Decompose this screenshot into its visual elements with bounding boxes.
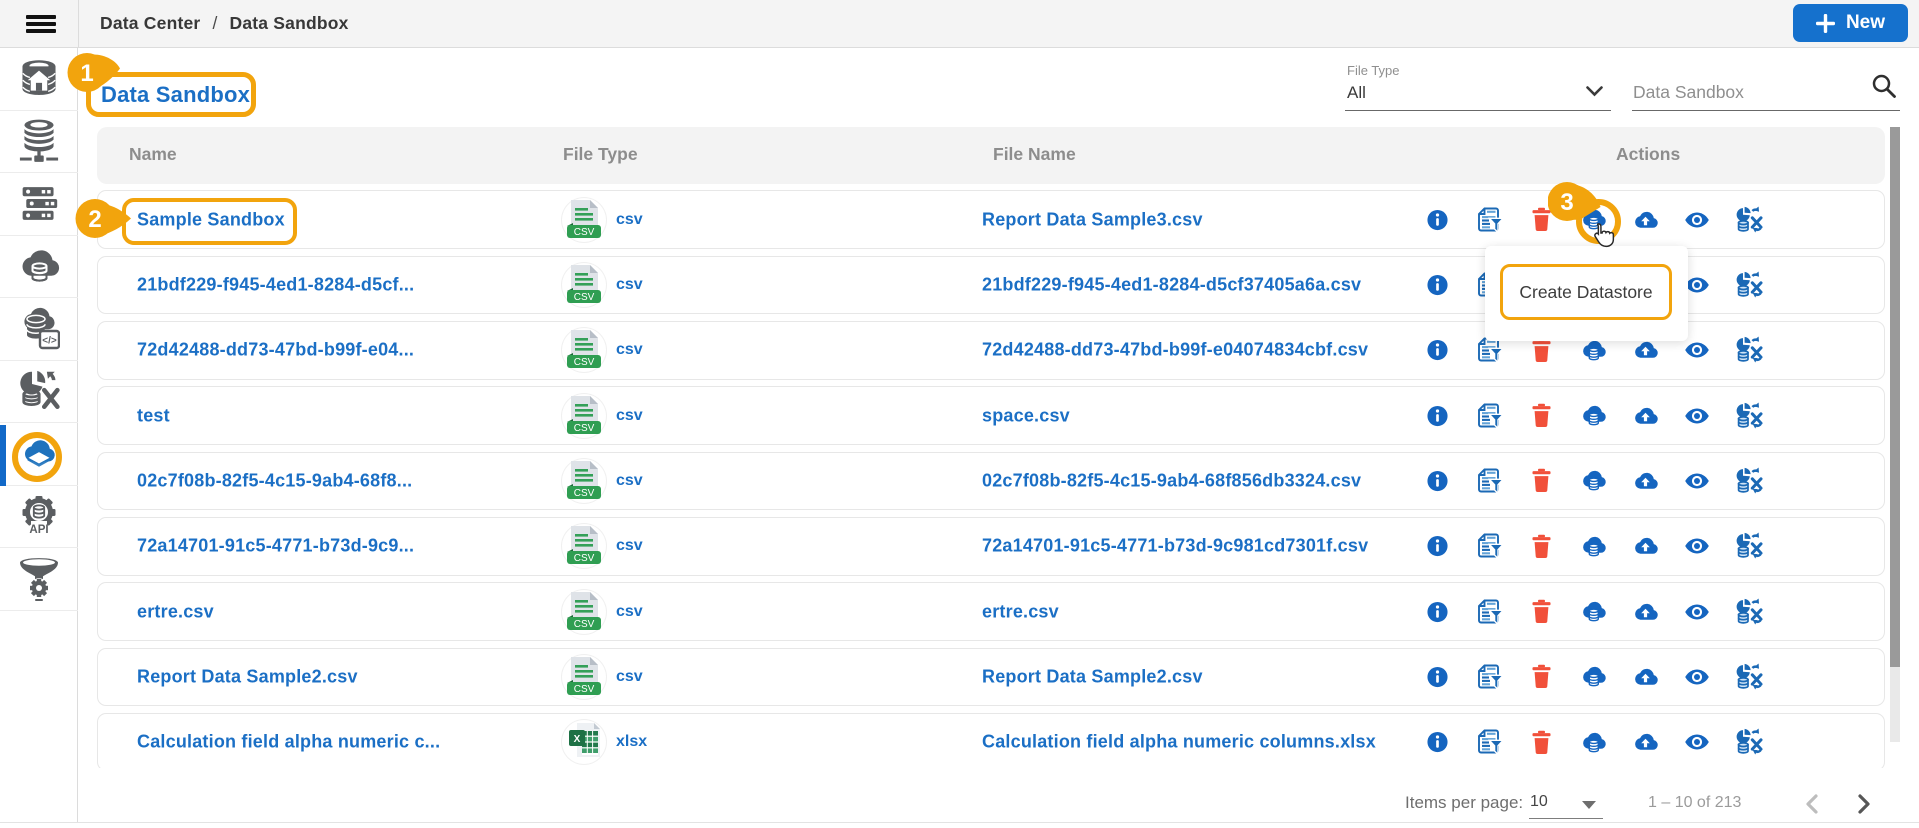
svg-text:CSV: CSV — [574, 619, 595, 630]
svg-text:1: 1 — [80, 60, 93, 87]
svg-text:CSV: CSV — [574, 423, 595, 434]
svg-text:</>: </> — [42, 335, 57, 346]
svg-text:CSV: CSV — [574, 684, 595, 695]
svg-text:3: 3 — [1560, 189, 1573, 216]
svg-text:CSV: CSV — [574, 553, 595, 564]
svg-text:API: API — [29, 524, 48, 536]
svg-text:X: X — [574, 734, 581, 745]
svg-text:CSV: CSV — [574, 488, 595, 499]
svg-text:CSV: CSV — [574, 357, 595, 368]
svg-text:CSV: CSV — [574, 227, 595, 238]
svg-text:2: 2 — [88, 206, 101, 233]
svg-text:CSV: CSV — [574, 292, 595, 303]
